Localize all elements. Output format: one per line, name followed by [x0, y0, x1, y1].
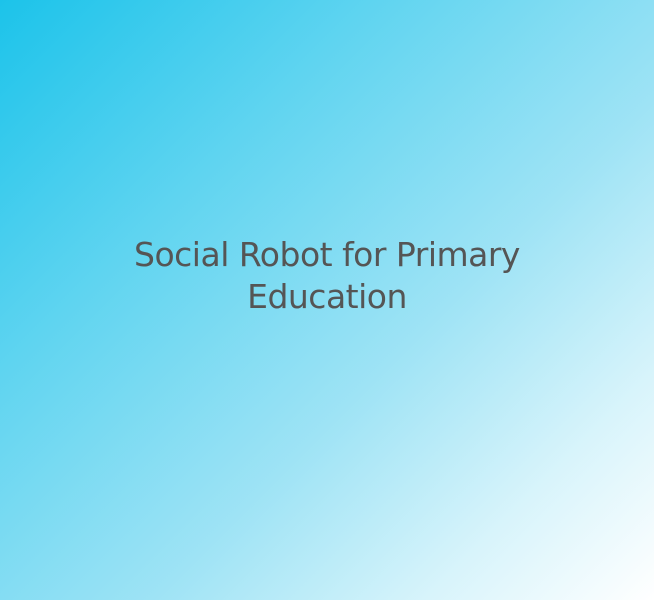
- title-line-1: Social Robot for Primary: [134, 235, 520, 274]
- slide-title: Social Robot for Primary Education: [0, 234, 654, 318]
- title-line-2: Education: [247, 277, 407, 316]
- title-slide: Social Robot for Primary Education: [0, 0, 654, 600]
